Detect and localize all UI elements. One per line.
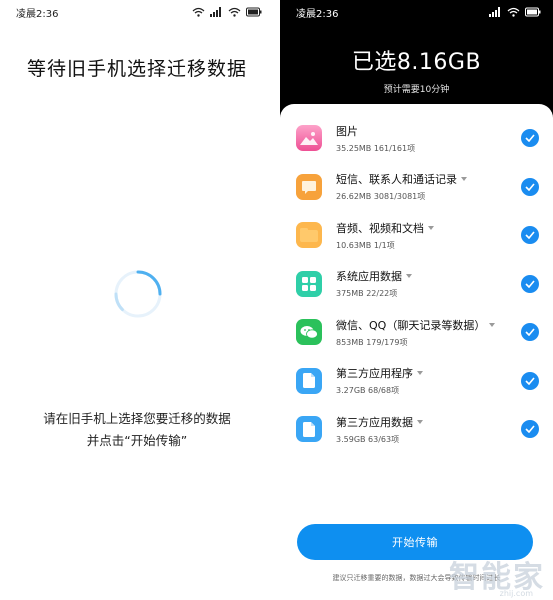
chevron-down-icon[interactable] (489, 322, 496, 327)
apps-grid-icon (296, 270, 322, 297)
item-meta: 853MB 179/179项 (336, 337, 408, 347)
watermark-url: zhij.com (499, 589, 533, 598)
checkbox-checked-icon[interactable] (521, 226, 539, 245)
instruction-line: 并点击“开始传输” (86, 433, 188, 448)
status-time: 凌晨2:36 (296, 8, 339, 20)
checkbox-checked-icon[interactable] (521, 274, 539, 293)
file-icon (296, 367, 322, 394)
item-meta: 3.59GB 63/63项 (336, 434, 400, 444)
battery-icon (525, 7, 541, 17)
item-name: 音频、视频和文档 (336, 220, 434, 236)
old-phone-waiting-screen: 凌晨2:36 等待旧手机选择迁移数据 请在旧手机上选择您要迁移的数据 并点击“开… (0, 0, 274, 600)
item-meta: 375MB 22/22项 (336, 289, 398, 299)
checkbox-checked-icon[interactable] (521, 323, 539, 342)
item-meta: 35.25MB 161/161项 (336, 143, 416, 153)
chevron-down-icon[interactable] (428, 225, 434, 230)
status-time: 凌晨2:36 (16, 8, 59, 20)
chevron-down-icon[interactable] (406, 274, 412, 279)
list-item-wechat-qq[interactable]: 微信、QQ（聊天记录等数据） 853MB 179/179项 (280, 308, 553, 357)
instruction-line: 请在旧手机上选择您要迁移的数据 (43, 411, 231, 426)
list-item-media-documents[interactable]: 音频、视频和文档 10.63MB 1/1项 (280, 211, 553, 260)
item-name: 图片 (336, 124, 358, 138)
instruction-text: 请在旧手机上选择您要迁移的数据 并点击“开始传输” (0, 408, 274, 452)
checkbox-checked-icon[interactable] (521, 420, 539, 439)
status-bar: 凌晨2:36 (280, 0, 553, 24)
list-item-third-party-app-data[interactable]: 第三方应用数据 3.59GB 63/63项 (280, 405, 553, 454)
file-icon (296, 416, 322, 443)
page-title: 等待旧手机选择迁移数据 (26, 58, 247, 80)
checkbox-checked-icon[interactable] (521, 177, 539, 196)
chevron-down-icon[interactable] (417, 371, 423, 376)
selected-size-title: 已选8.16GB (351, 50, 482, 75)
photos-icon (296, 125, 322, 152)
item-meta: 26.62MB 3081/3081项 (336, 192, 426, 202)
chevron-down-icon[interactable] (461, 177, 467, 182)
wifi-icon (228, 7, 241, 17)
list-item-photos[interactable]: 图片 35.25MB 161/161项 (280, 114, 553, 163)
messages-icon (296, 173, 322, 200)
item-meta: 10.63MB 1/1项 (336, 240, 395, 250)
checkbox-checked-icon[interactable] (521, 371, 539, 390)
checkbox-checked-icon[interactable] (521, 129, 539, 148)
wifi-icon (192, 7, 205, 17)
loading-spinner-icon (114, 270, 162, 318)
item-name: 第三方应用数据 (336, 414, 423, 430)
battery-icon (246, 7, 262, 17)
data-category-list: 图片 35.25MB 161/161项 短信、联系人和通话记录 26.62MB … (280, 114, 553, 454)
list-item-system-app-data[interactable]: 系统应用数据 375MB 22/22项 (280, 260, 553, 309)
signal-icon (210, 7, 221, 17)
new-phone-selection-screen: 凌晨2:36 已选8.16GB 预计需要10分钟 图片 35.25MB 161/… (280, 0, 553, 600)
chevron-down-icon[interactable] (417, 419, 423, 424)
status-bar: 凌晨2:36 (0, 0, 274, 24)
folder-icon (296, 222, 322, 249)
wifi-icon (507, 7, 520, 17)
list-item-third-party-apps[interactable]: 第三方应用程序 3.27GB 68/68项 (280, 357, 553, 406)
item-name: 微信、QQ（聊天记录等数据） (336, 317, 496, 333)
item-meta: 3.27GB 68/68项 (336, 386, 400, 396)
item-name: 第三方应用程序 (336, 365, 423, 381)
wechat-icon (296, 319, 322, 346)
estimated-time: 预计需要10分钟 (383, 85, 450, 95)
signal-icon (489, 7, 500, 17)
item-name: 短信、联系人和通话记录 (336, 171, 467, 187)
item-name: 系统应用数据 (336, 268, 412, 284)
list-item-messages[interactable]: 短信、联系人和通话记录 26.62MB 3081/3081项 (280, 163, 553, 212)
